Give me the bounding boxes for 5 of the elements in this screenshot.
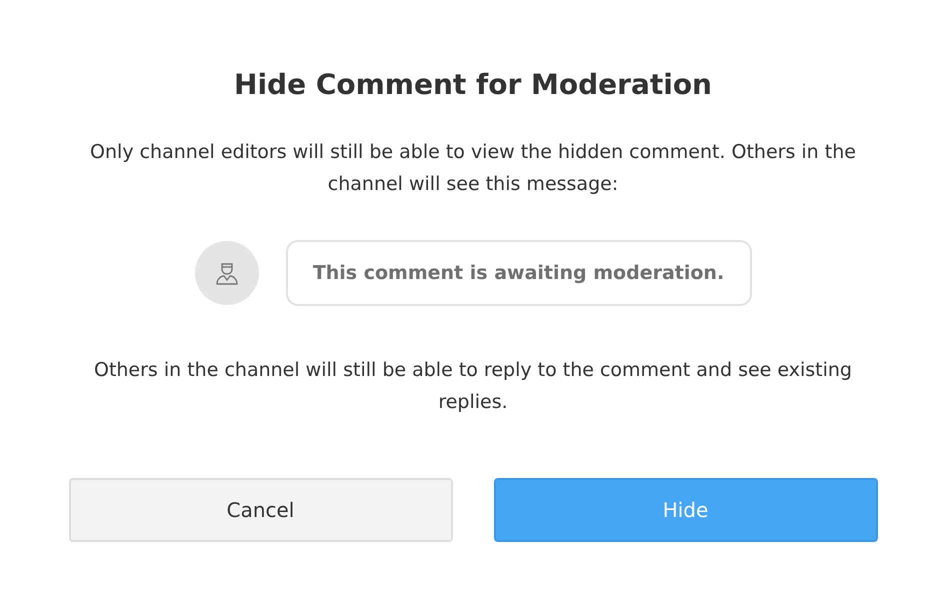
dialog-title: Hide Comment for Moderation [234,67,712,103]
description-text: Only channel editors will still be able to view the hidden comment. Others in the channel will see this message: [89,140,857,197]
note-text: Others in the channel will still be able to reply to the comment and see existing replies. [93,358,853,415]
moderation-message: This comment is awaiting moderation. [286,240,752,306]
cancel-button[interactable]: Cancel [68,478,452,542]
